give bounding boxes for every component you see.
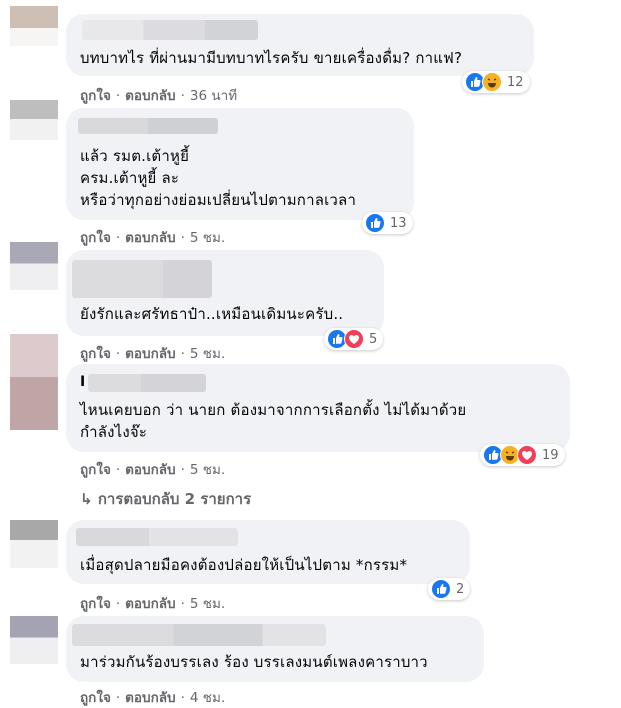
reaction-count: 12 <box>507 74 524 90</box>
reaction-summary[interactable]: 5 <box>324 328 384 350</box>
love-icon <box>517 445 537 465</box>
like-button[interactable]: ถูกใจ <box>80 690 111 706</box>
timestamp[interactable]: 5 ชม. <box>190 230 225 246</box>
comment-actions: ถูกใจ · ตอบกลับ · 4 ชม. <box>80 690 226 706</box>
like-button[interactable]: ถูกใจ <box>80 88 111 104</box>
reaction-count: 5 <box>369 331 378 347</box>
replies-label: การตอบกลับ 2 รายการ <box>97 490 252 508</box>
comment-bubble: เมื่อสุดปลายมือคงต้องปล่อยให้เป็นไปตาม *… <box>66 520 470 584</box>
reply-button[interactable]: ตอบกลับ <box>125 230 175 246</box>
comment-actions: ถูกใจ · ตอบกลับ · 5 ชม. <box>80 346 226 362</box>
reaction-count: 2 <box>456 581 465 597</box>
timestamp[interactable]: 5 ชม. <box>190 462 225 478</box>
reply-button[interactable]: ตอบกลับ <box>125 346 175 362</box>
comment-bubble: ยังรักและศรัทธาป๋า..เหมือนเดิมนะครับ.. <box>66 250 384 336</box>
timestamp[interactable]: 5 ชม. <box>190 596 225 612</box>
reaction-count: 19 <box>542 447 559 463</box>
reply-button[interactable]: ตอบกลับ <box>125 88 175 104</box>
avatar[interactable] <box>10 6 58 46</box>
like-button[interactable]: ถูกใจ <box>80 346 111 362</box>
reaction-summary[interactable]: 12 <box>462 71 530 93</box>
reaction-count: 13 <box>390 215 407 231</box>
blurred-author-name[interactable] <box>88 374 206 392</box>
comment-text-line: แล้ว รมต.เต้าหูยี้ <box>80 147 190 165</box>
like-button[interactable]: ถูกใจ <box>80 230 111 246</box>
comment-text-line: กำลังไงจ๊ะ <box>80 423 148 441</box>
like-button[interactable]: ถูกใจ <box>80 596 111 612</box>
comment-text-line: ครม.เต้าหูยี้ ละ <box>80 169 180 187</box>
reply-button[interactable]: ตอบกลับ <box>125 462 175 478</box>
comment-text-line: ยังรักและศรัทธาป๋า..เหมือนเดิมนะครับ.. <box>80 305 344 323</box>
blurred-author-name[interactable] <box>72 260 212 298</box>
view-replies-link[interactable]: ↳ การตอบกลับ 2 รายการ <box>80 487 251 511</box>
avatar[interactable] <box>10 100 58 140</box>
author-name[interactable]: I <box>80 374 85 390</box>
like-icon <box>365 213 385 233</box>
avatar[interactable] <box>10 242 58 290</box>
blurred-author-name[interactable] <box>82 20 258 40</box>
timestamp[interactable]: 5 ชม. <box>190 346 225 362</box>
avatar[interactable] <box>10 520 58 568</box>
blurred-author-name[interactable] <box>72 624 326 646</box>
reply-button[interactable]: ตอบกลับ <box>125 690 175 706</box>
comment-text-line: เมื่อสุดปลายมือคงต้องปล่อยให้เป็นไปตาม *… <box>80 556 408 574</box>
reply-button[interactable]: ตอบกลับ <box>125 596 175 612</box>
comment-text-line: ไหนเคยบอก ว่า นายก ต้องมาจากการเลือกตั้ง… <box>80 401 467 419</box>
love-icon <box>344 329 364 349</box>
blurred-author-name[interactable] <box>78 118 218 134</box>
comment-bubble: บทบาทไร ที่ผ่านมามีบทบาทไรครับ ขายเครื่อ… <box>66 14 534 76</box>
like-icon <box>431 579 451 599</box>
reaction-summary[interactable]: 2 <box>428 578 471 600</box>
comment-actions: ถูกใจ · ตอบกลับ · 36 นาที <box>80 88 238 104</box>
like-button[interactable]: ถูกใจ <box>80 462 111 478</box>
haha-icon <box>482 72 502 92</box>
comment-text-line: มาร่วมกันร้องบรรเลง ร้อง บรรเลงมนต์เพลงค… <box>80 653 428 671</box>
comment-actions: ถูกใจ · ตอบกลับ · 5 ชม. <box>80 596 226 612</box>
reaction-summary[interactable]: 19 <box>480 444 565 466</box>
comment-actions: ถูกใจ · ตอบกลับ · 5 ชม. <box>80 462 226 478</box>
reaction-summary[interactable]: 13 <box>362 212 413 234</box>
comment-actions: ถูกใจ · ตอบกลับ · 5 ชม. <box>80 230 226 246</box>
comment-text-line: หรือว่าทุกอย่างย่อมเปลี่ยนไปตามกาลเวลา <box>80 191 357 209</box>
avatar[interactable] <box>10 616 58 664</box>
comment-bubble: I ไหนเคยบอก ว่า นายก ต้องมาจากการเลือกตั… <box>66 364 570 452</box>
comment-bubble: มาร่วมกันร้องบรรเลง ร้อง บรรเลงมนต์เพลงค… <box>66 616 484 682</box>
reply-arrow-icon: ↳ <box>80 490 93 508</box>
timestamp[interactable]: 4 ชม. <box>190 690 225 706</box>
timestamp[interactable]: 36 นาที <box>190 88 237 104</box>
avatar[interactable] <box>10 334 58 430</box>
comment-text-line: บทบาทไร ที่ผ่านมามีบทบาทไรครับ ขายเครื่อ… <box>80 49 463 67</box>
comment-bubble: แล้ว รมต.เต้าหูยี้ ครม.เต้าหูยี้ ละ หรือ… <box>66 108 414 220</box>
blurred-author-name[interactable] <box>76 528 238 546</box>
